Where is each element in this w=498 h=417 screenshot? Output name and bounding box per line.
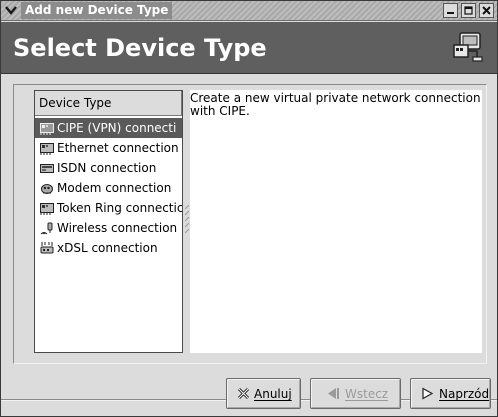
forward-arrow-icon: [421, 387, 434, 403]
list-item-label: Token Ring connectic: [57, 201, 182, 215]
list-item-ethernet[interactable]: Ethernet connection: [35, 138, 182, 158]
token-ring-card-icon: [40, 201, 54, 215]
content-pane: Device Type CIPE (VPN) connecti Ethernet…: [13, 84, 487, 364]
modem-icon: [40, 181, 54, 195]
back-arrow-icon: [327, 387, 340, 403]
cancel-button[interactable]: Anuluj: [226, 378, 301, 409]
minimize-icon[interactable]: [443, 3, 458, 18]
next-button-label: Naprzód: [439, 387, 490, 401]
back-button[interactable]: Wstecz: [310, 378, 401, 409]
list-item-label: Modem connection: [57, 181, 172, 195]
device-type-list[interactable]: Device Type CIPE (VPN) connecti Ethernet…: [34, 90, 183, 353]
window-menu-icon[interactable]: [4, 3, 18, 17]
list-item-label: Ethernet connection: [57, 141, 179, 155]
dialog-window: Add new Device Type Select Device Type D…: [0, 0, 498, 417]
pane-splitter-handle[interactable]: [184, 204, 190, 235]
close-icon[interactable]: [479, 3, 494, 18]
title-bar[interactable]: Add new Device Type: [1, 1, 497, 21]
device-description: Create a new virtual private network con…: [190, 90, 482, 353]
list-item-modem[interactable]: Modem connection: [35, 178, 182, 198]
list-item-label: Wireless connection: [57, 221, 178, 235]
list-item-token-ring[interactable]: Token Ring connectic: [35, 198, 182, 218]
maximize-icon[interactable]: [461, 3, 476, 18]
page-header: Select Device Type: [1, 22, 497, 74]
cancel-x-icon: [237, 387, 250, 403]
back-button-label: Wstecz: [345, 387, 389, 401]
list-item-wireless[interactable]: Wireless connection: [35, 218, 182, 238]
wireless-icon: [40, 221, 54, 235]
list-item-label: CIPE (VPN) connecti: [57, 121, 177, 135]
cancel-button-label: Anuluj: [254, 387, 292, 401]
list-item-cipe[interactable]: CIPE (VPN) connecti: [35, 118, 182, 138]
list-item-isdn[interactable]: ISDN connection: [35, 158, 182, 178]
page-title: Select Device Type: [13, 34, 267, 62]
list-item-label: ISDN connection: [57, 161, 157, 175]
vpn-card-icon: [40, 121, 54, 135]
column-header-device-type[interactable]: Device Type: [35, 91, 182, 116]
isdn-card-icon: [40, 161, 54, 175]
network-device-icon: [451, 31, 485, 66]
xdsl-icon: [40, 241, 54, 255]
next-button[interactable]: Naprzód: [410, 378, 491, 409]
list-item-label: xDSL connection: [57, 241, 158, 255]
list-item-xdsl[interactable]: xDSL connection: [35, 238, 182, 258]
window-title: Add new Device Type: [21, 2, 173, 19]
ethernet-card-icon: [40, 141, 54, 155]
